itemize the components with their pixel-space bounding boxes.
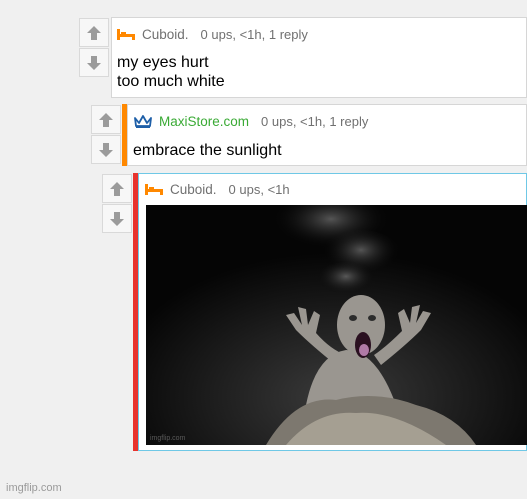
comment-text-line: my eyes hurt [117,54,209,71]
comment-meta: Cuboid. 0 ups, <1h, 1 reply [116,25,308,43]
image-watermark: imgflip.com [150,435,186,442]
comment-image[interactable]: imgflip.com [146,205,527,445]
username[interactable]: MaxiStore.com [159,114,249,129]
comment-text: embrace the sunlight [133,141,282,160]
comment-stats: 0 ups, <1h, 1 reply [200,26,308,42]
ash-figure-illustration: imgflip.com [146,205,527,445]
down-arrow-icon [99,142,113,157]
downvote-button[interactable] [79,48,109,77]
comment-stats: 0 ups, <1h, 1 reply [261,113,369,129]
comment-text: my eyes hurt too much white [117,53,225,91]
username[interactable]: Cuboid. [142,27,189,42]
up-arrow-icon [87,25,101,40]
site-footer-watermark: imgflip.com [6,482,62,494]
downvote-button[interactable] [102,204,132,233]
username[interactable]: Cuboid. [170,182,217,197]
comment-meta: MaxiStore.com 0 ups, <1h, 1 reply [133,112,368,130]
up-arrow-icon [110,181,124,196]
comment-text-line: embrace the sunlight [133,142,282,159]
comment-text-line: too much white [117,73,225,90]
down-arrow-icon [110,211,124,226]
upvote-button[interactable] [91,105,121,134]
comment-stats: 0 ups, <1h [228,181,290,197]
upvote-button[interactable] [79,18,109,47]
up-arrow-icon [99,112,113,127]
comment-meta: Cuboid. 0 ups, <1h [144,180,290,198]
comment-body: MaxiStore.com 0 ups, <1h, 1 reply embrac… [127,104,527,166]
downvote-button[interactable] [91,135,121,164]
upvote-button[interactable] [102,174,132,203]
comment-body: Cuboid. 0 ups, <1h, 1 reply my eyes hurt… [111,17,527,98]
orange-bed-icon [145,184,163,195]
orange-bed-icon [117,29,135,40]
blue-crown-icon [134,115,152,128]
down-arrow-icon [87,55,101,70]
